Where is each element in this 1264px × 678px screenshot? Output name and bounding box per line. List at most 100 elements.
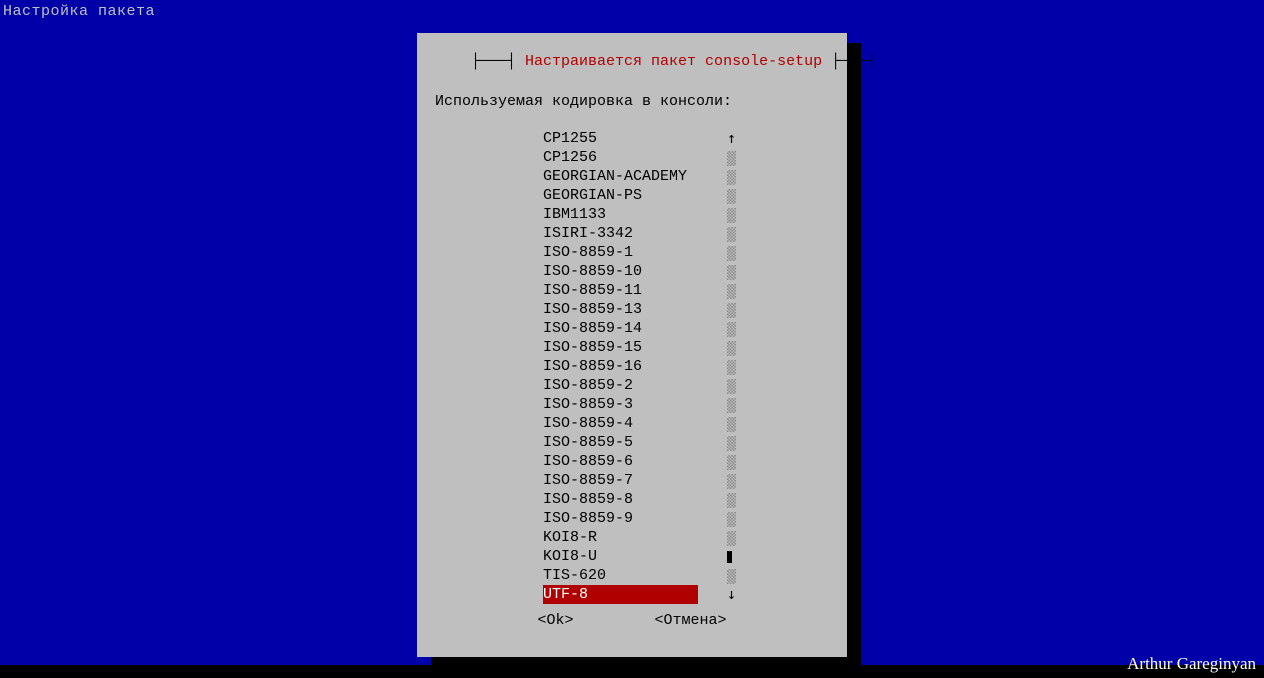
- list-item-label: ISO-8859-14: [543, 319, 642, 338]
- scroll-indicator: [727, 528, 736, 547]
- scroll-indicator: [727, 186, 736, 205]
- list-item[interactable]: ISO-8859-14: [417, 319, 847, 338]
- scroll-indicator: [727, 509, 736, 528]
- list-item[interactable]: GEORGIAN-PS: [417, 186, 847, 205]
- scroll-track-icon: [727, 360, 736, 375]
- list-item-label: KOI8-R: [543, 528, 597, 547]
- list-item-label: ISO-8859-3: [543, 395, 633, 414]
- list-item-label: CP1255: [543, 129, 597, 148]
- scroll-indicator: [727, 414, 736, 433]
- list-item-label: ISO-8859-16: [543, 357, 642, 376]
- list-item[interactable]: ISO-8859-9: [417, 509, 847, 528]
- scroll-track-icon: [727, 417, 736, 432]
- list-item-label: ISO-8859-10: [543, 262, 642, 281]
- title-border-right: ├───┤: [822, 53, 876, 70]
- scroll-indicator: [727, 433, 736, 452]
- scroll-track-icon: [727, 265, 736, 280]
- list-item[interactable]: IBM1133: [417, 205, 847, 224]
- ok-button[interactable]: <Ok>: [537, 612, 573, 629]
- scroll-track-icon: [727, 474, 736, 489]
- list-item-label: IBM1133: [543, 205, 606, 224]
- scroll-track-icon: [727, 151, 736, 166]
- dialog-box: ├───┤ Настраивается пакет console-setup …: [417, 33, 847, 657]
- scroll-indicator: [727, 205, 736, 224]
- scroll-track-icon: [727, 170, 736, 185]
- list-item[interactable]: ISIRI-3342: [417, 224, 847, 243]
- list-item-label: ISO-8859-9: [543, 509, 633, 528]
- scroll-track-icon: [727, 493, 736, 508]
- scroll-track-icon: [727, 512, 736, 527]
- list-item[interactable]: ISO-8859-4: [417, 414, 847, 433]
- scroll-track-icon: [727, 284, 736, 299]
- list-item[interactable]: ISO-8859-5: [417, 433, 847, 452]
- scroll-indicator: [727, 547, 732, 566]
- list-item[interactable]: ISO-8859-11: [417, 281, 847, 300]
- encoding-list[interactable]: CP1255↑CP1256GEORGIAN-ACADEMYGEORGIAN-PS…: [417, 129, 847, 604]
- scroll-track-icon: [727, 227, 736, 242]
- list-item[interactable]: ISO-8859-1: [417, 243, 847, 262]
- scroll-indicator: [727, 243, 736, 262]
- scroll-track-icon: [727, 531, 736, 546]
- scroll-track-icon: [727, 398, 736, 413]
- list-item[interactable]: ISO-8859-7: [417, 471, 847, 490]
- terminal-screen: Настройка пакета ├───┤ Настраивается пак…: [0, 0, 1264, 665]
- list-item-label: ISO-8859-6: [543, 452, 633, 471]
- list-item-label: GEORGIAN-PS: [543, 186, 642, 205]
- list-item-label: ISIRI-3342: [543, 224, 633, 243]
- list-item-label: ISO-8859-2: [543, 376, 633, 395]
- title-border-left: ├───┤: [471, 53, 525, 70]
- scroll-track-icon: [727, 569, 736, 584]
- list-item[interactable]: KOI8-R: [417, 528, 847, 547]
- scroll-indicator: [727, 452, 736, 471]
- list-item[interactable]: ISO-8859-16: [417, 357, 847, 376]
- list-item[interactable]: UTF-8↓: [417, 585, 847, 604]
- list-item[interactable]: GEORGIAN-ACADEMY: [417, 167, 847, 186]
- scroll-indicator: [727, 395, 736, 414]
- cancel-button[interactable]: <Отмена>: [654, 612, 726, 629]
- scroll-track-icon: [727, 246, 736, 261]
- scroll-track-icon: [727, 379, 736, 394]
- scroll-thumb-icon: [727, 551, 732, 563]
- list-item[interactable]: ISO-8859-8: [417, 490, 847, 509]
- list-item-label: KOI8-U: [543, 547, 597, 566]
- list-item-label: ISO-8859-1: [543, 243, 633, 262]
- scroll-track-icon: [727, 455, 736, 470]
- dialog-buttons: <Ok> <Отмена>: [417, 612, 847, 629]
- list-item[interactable]: ISO-8859-3: [417, 395, 847, 414]
- list-item-label: TIS-620: [543, 566, 606, 585]
- scroll-track-icon: [727, 189, 736, 204]
- scroll-indicator: [727, 300, 736, 319]
- scroll-indicator: [727, 471, 736, 490]
- scroll-track-icon: [727, 322, 736, 337]
- list-item[interactable]: KOI8-U: [417, 547, 847, 566]
- scroll-track-icon: [727, 436, 736, 451]
- scroll-indicator: [727, 357, 736, 376]
- list-item[interactable]: TIS-620: [417, 566, 847, 585]
- list-item[interactable]: ISO-8859-10: [417, 262, 847, 281]
- dialog-prompt: Используемая кодировка в консоли:: [435, 93, 732, 110]
- list-item[interactable]: CP1256: [417, 148, 847, 167]
- list-item-label: GEORGIAN-ACADEMY: [543, 167, 687, 186]
- list-item-label: ISO-8859-5: [543, 433, 633, 452]
- list-item-label: ISO-8859-7: [543, 471, 633, 490]
- list-item-label: ISO-8859-11: [543, 281, 642, 300]
- scroll-indicator: [727, 224, 736, 243]
- scroll-indicator: [727, 490, 736, 509]
- list-item[interactable]: ISO-8859-15: [417, 338, 847, 357]
- scroll-indicator: [727, 338, 736, 357]
- list-item[interactable]: ISO-8859-2: [417, 376, 847, 395]
- list-item[interactable]: ISO-8859-13: [417, 300, 847, 319]
- list-item-label: ISO-8859-4: [543, 414, 633, 433]
- scroll-indicator: ↓: [727, 585, 736, 604]
- list-item[interactable]: ISO-8859-6: [417, 452, 847, 471]
- scroll-indicator: [727, 148, 736, 167]
- list-item-label: ISO-8859-15: [543, 338, 642, 357]
- watermark: Arthur Gareginyan: [1127, 654, 1256, 674]
- list-item-label: ISO-8859-8: [543, 490, 633, 509]
- scroll-indicator: [727, 167, 736, 186]
- dialog-title-row: ├───┤ Настраивается пакет console-setup …: [417, 39, 847, 84]
- list-item[interactable]: CP1255↑: [417, 129, 847, 148]
- scroll-indicator: [727, 319, 736, 338]
- list-item-label: CP1256: [543, 148, 597, 167]
- list-item-label: ISO-8859-13: [543, 300, 642, 319]
